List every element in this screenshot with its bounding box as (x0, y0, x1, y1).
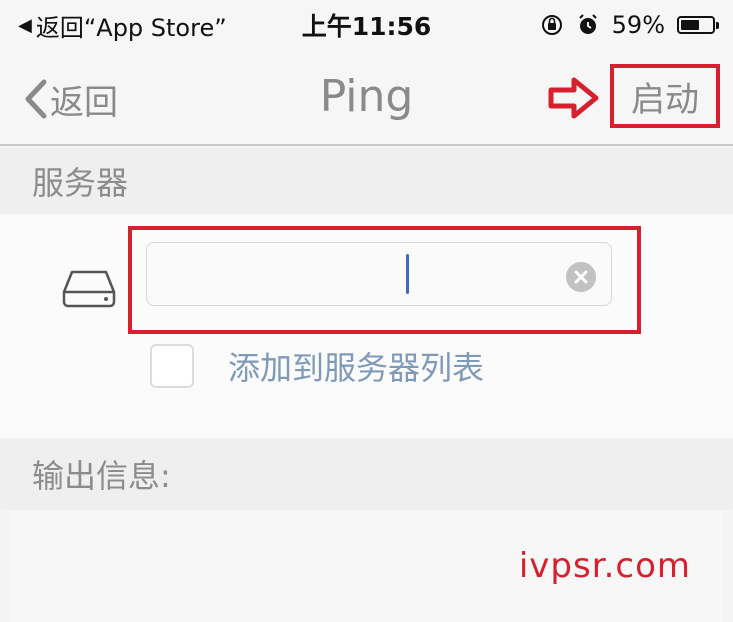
hard-drive-icon (62, 270, 116, 308)
server-address-input[interactable] (146, 242, 612, 306)
add-to-server-list-checkbox[interactable] (150, 344, 194, 388)
clear-icon[interactable] (566, 262, 596, 292)
battery-percent: 59% (611, 11, 665, 39)
arrow-right-icon (548, 77, 599, 119)
status-back-to-app[interactable]: ◀ 返回“App Store” (18, 8, 227, 43)
text-cursor (406, 254, 409, 294)
status-back-app-label: 返回“App Store” (35, 13, 227, 42)
battery-icon (677, 16, 719, 34)
server-panel: 添加到服务器列表 (0, 214, 733, 438)
status-bar: ◀ 返回“App Store” 上午11:56 59% (0, 0, 733, 50)
add-to-server-list-label[interactable]: 添加到服务器列表 (228, 344, 484, 388)
output-section-header: 输出信息: (0, 438, 733, 510)
status-indicators: 59% (540, 11, 719, 39)
orientation-lock-icon (541, 15, 562, 35)
output-panel: ivpsr.com (10, 510, 723, 622)
chevron-left-icon (25, 79, 47, 119)
alarm-icon (578, 14, 597, 34)
battery-fill (681, 20, 699, 30)
navigation-bar: 返回 Ping 启动 (0, 50, 733, 146)
back-button[interactable]: 返回 (22, 74, 118, 124)
back-triangle-icon: ◀ (18, 14, 32, 36)
start-button[interactable]: 启动 (610, 64, 720, 128)
server-section-header: 服务器 (0, 148, 733, 214)
back-button-label: 返回 (50, 82, 118, 123)
start-button-label: 启动 (631, 79, 699, 120)
watermark: ivpsr.com (518, 546, 691, 586)
